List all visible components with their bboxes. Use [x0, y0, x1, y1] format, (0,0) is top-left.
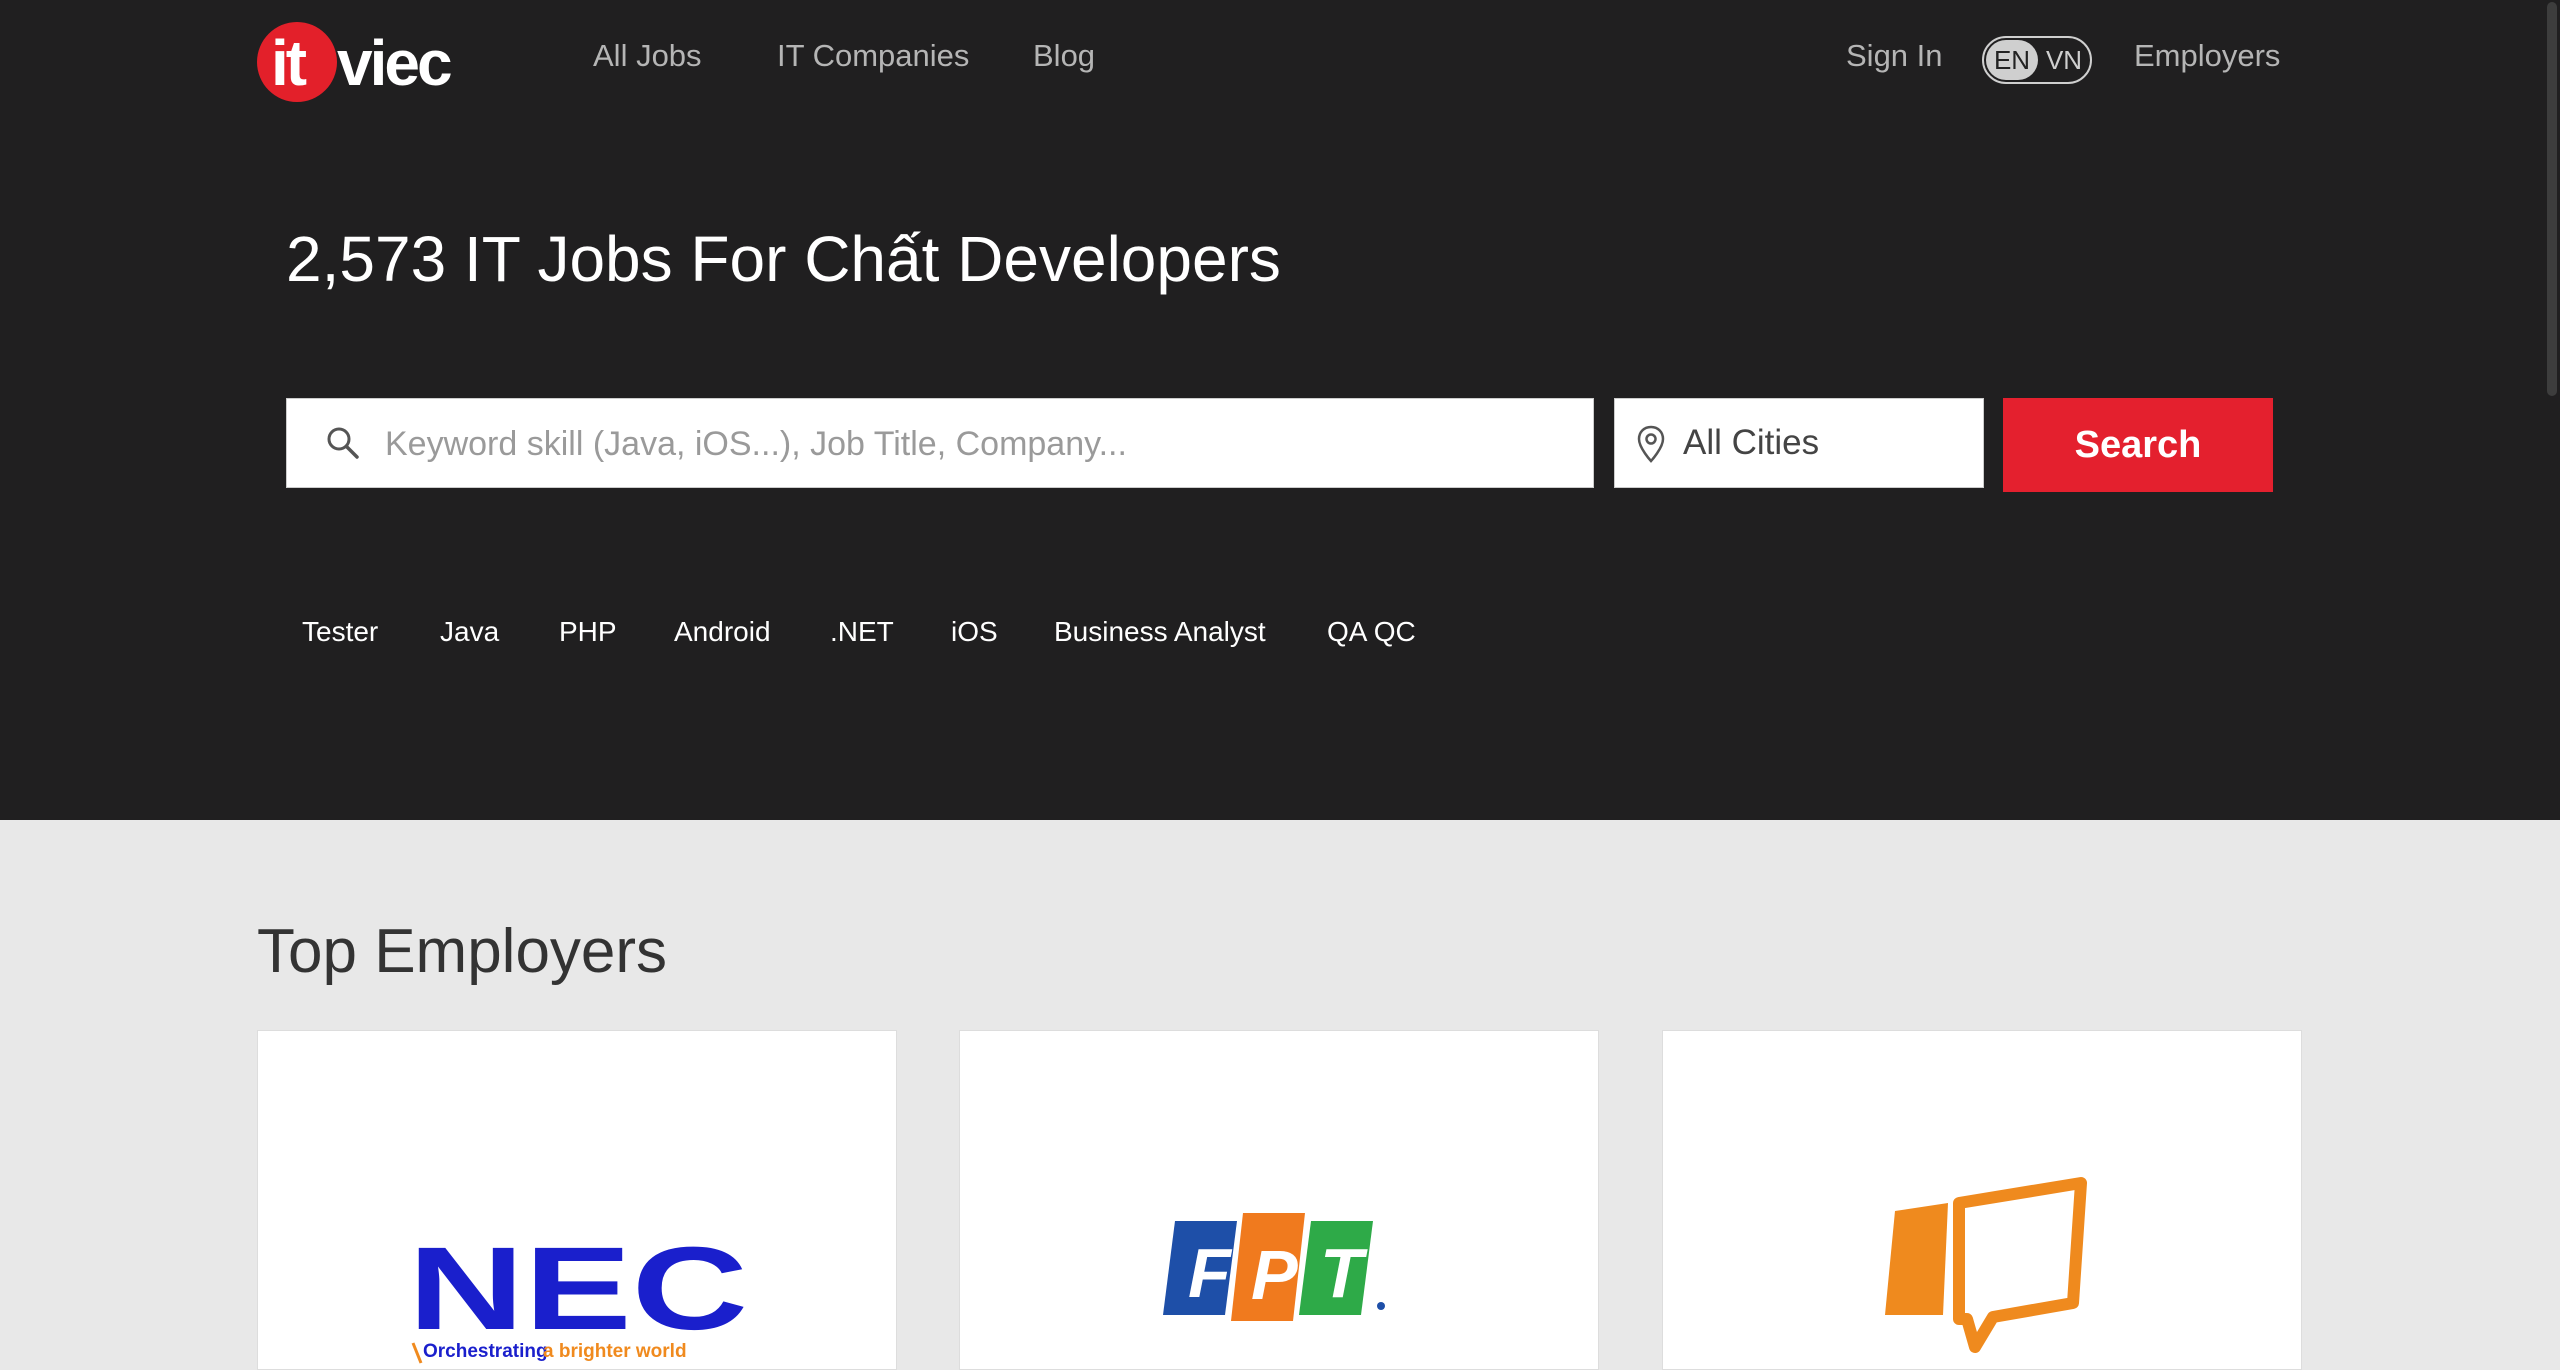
city-select-value: All Cities [1683, 423, 1820, 462]
lang-vn-option[interactable]: VN [2040, 40, 2088, 80]
svg-text:NEC: NEC [408, 1223, 748, 1355]
nav-all-jobs[interactable]: All Jobs [593, 38, 702, 74]
svg-text:P: P [1251, 1236, 1298, 1314]
city-select[interactable]: All Cities [1614, 398, 1984, 488]
employer-card-3[interactable] [1662, 1030, 2302, 1370]
employer-card-nec[interactable]: NEC Orchestrating a brighter world [257, 1030, 897, 1370]
svg-text:F: F [1188, 1234, 1233, 1312]
lang-en-option[interactable]: EN [1986, 40, 2038, 80]
tag-php[interactable]: PHP [559, 616, 617, 648]
nav-it-companies[interactable]: IT Companies [777, 38, 969, 74]
top-employers-heading: Top Employers [257, 917, 668, 986]
employer-card-fpt[interactable]: F P T [959, 1030, 1599, 1370]
nec-logo: NEC Orchestrating a brighter world [408, 1223, 748, 1364]
employers-link[interactable]: Employers [2134, 38, 2280, 74]
language-toggle[interactable]: EN VN [1982, 36, 2092, 84]
hero-section: it viec All Jobs IT Companies Blog Sign … [0, 0, 2560, 820]
svg-text:T: T [1320, 1234, 1368, 1312]
tag-ios[interactable]: iOS [951, 616, 998, 648]
tag-android[interactable]: Android [674, 616, 771, 648]
scrollbar-thumb[interactable] [2547, 2, 2557, 396]
sign-in-link[interactable]: Sign In [1846, 38, 1943, 74]
svg-text:Orchestrating: Orchestrating [423, 1341, 548, 1362]
logo-viec-text: viec [337, 27, 453, 99]
page-scrollbar[interactable] [2544, 0, 2560, 820]
keyword-search-input[interactable] [383, 399, 1577, 489]
tag-business-analyst[interactable]: Business Analyst [1054, 616, 1266, 648]
location-pin-icon [1637, 425, 1665, 463]
nav-blog[interactable]: Blog [1033, 38, 1095, 74]
employer-3-logo [1885, 1177, 2087, 1353]
svg-text:a brighter world: a brighter world [543, 1341, 687, 1362]
tag-tester[interactable]: Tester [302, 616, 378, 648]
search-icon [327, 427, 359, 459]
itviec-logo[interactable]: it viec [257, 22, 487, 102]
search-button[interactable]: Search [2003, 398, 2273, 492]
tag-qa-qc[interactable]: QA QC [1327, 616, 1416, 648]
keyword-search-box[interactable] [286, 398, 1594, 489]
page-title: 2,573 IT Jobs For Chất Developers [286, 223, 1281, 295]
tag-dotnet[interactable]: .NET [830, 616, 894, 648]
tag-java[interactable]: Java [440, 616, 499, 648]
fpt-logo: F P T [1163, 1213, 1385, 1321]
logo-it-text: it [271, 27, 307, 99]
